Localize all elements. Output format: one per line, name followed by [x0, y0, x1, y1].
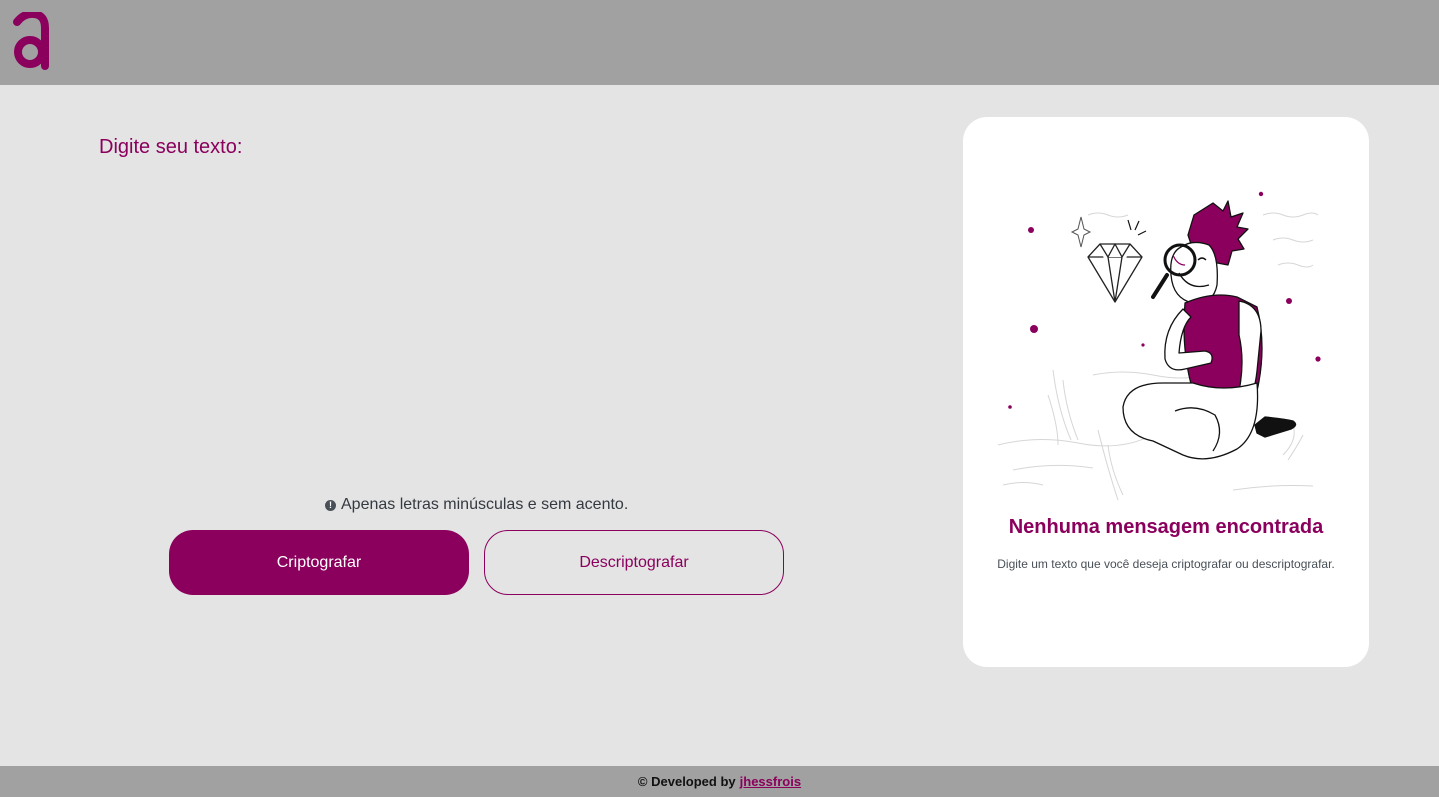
- encrypt-button[interactable]: Criptografar: [169, 530, 469, 595]
- empty-message-title: Nenhuma mensagem encontrada: [1008, 516, 1324, 538]
- footer: © Developed by jhessfrois: [0, 766, 1439, 797]
- author-link[interactable]: jhessfrois: [740, 774, 801, 789]
- logo-icon[interactable]: [12, 12, 50, 70]
- decrypt-button[interactable]: Descriptografar: [484, 530, 784, 595]
- encrypt-form: Digite seu texto: ! Apenas letras minúsc…: [0, 85, 940, 765]
- person-magnifying-glass-illustration: [997, 191, 1321, 501]
- footer-credit-text: © Developed by: [637, 774, 736, 789]
- text-input[interactable]: [99, 175, 863, 479]
- hint-message: ! Apenas letras minúsculas e sem acento.: [325, 496, 628, 514]
- exclamation-circle-icon: !: [325, 499, 336, 511]
- text-input-label: Digite seu texto:: [99, 136, 243, 158]
- hint-text: Apenas letras minúsculas e sem acento.: [341, 496, 629, 513]
- output-card: Nenhuma mensagem encontrada Digite um te…: [963, 117, 1369, 667]
- empty-message-subtitle: Digite um texto que você deseja criptogr…: [997, 557, 1335, 571]
- header: [0, 0, 1439, 85]
